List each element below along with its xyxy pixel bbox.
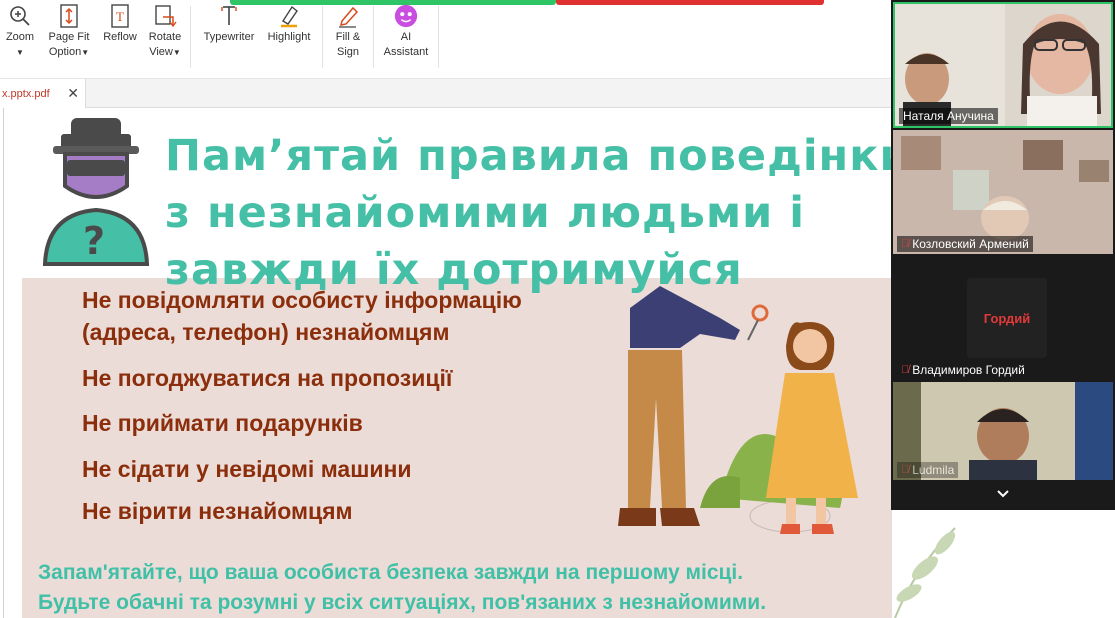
- slide-title-line: з незнайомими людьми і: [165, 188, 805, 238]
- rule-line: Не погоджуватися на пропозиції: [82, 365, 453, 391]
- fill-sign-button[interactable]: Fill & Sign: [328, 2, 368, 60]
- ai-label-2: Assistant: [383, 46, 429, 58]
- highlight-label: Highlight: [267, 31, 311, 43]
- zoom-label: Zoom: [5, 31, 35, 43]
- rule-line: Не сідати у невідомі машини: [82, 456, 412, 482]
- stranger-child-illustration: [618, 286, 858, 534]
- svg-text:T: T: [116, 9, 124, 24]
- page-edge: [0, 108, 4, 618]
- page-fit-option-button[interactable]: Page Fit Option▼: [44, 2, 94, 60]
- zoom-icon: [7, 2, 33, 30]
- toolbar-divider: [373, 6, 374, 68]
- chevron-down-icon: [997, 490, 1009, 498]
- reflow-label: Reflow: [103, 31, 137, 43]
- fill-sign-label: Fill &: [335, 31, 361, 43]
- participant-tile[interactable]: 🎙̸ Ludmila: [893, 382, 1113, 480]
- rotate-view-button[interactable]: Rotate View▼: [144, 2, 186, 60]
- footer-line: Запам'ятайте, що ваша особиста безпека з…: [38, 561, 744, 584]
- highlighter-icon: [276, 2, 302, 30]
- participant-tile[interactable]: 🎙̸ Козловский Армений: [893, 130, 1113, 254]
- participant-tile[interactable]: Гордий 🎙̸ Владимиров Гордий: [893, 256, 1113, 380]
- typewriter-button[interactable]: Typewriter: [198, 2, 260, 45]
- document-tab[interactable]: x.pptx.pdf ✕: [0, 79, 86, 109]
- typewriter-icon: [216, 2, 242, 30]
- toolbar-divider: [438, 6, 439, 68]
- rotate-icon: [152, 2, 178, 30]
- rotate-label: Rotate: [148, 31, 182, 43]
- rule-line: Не приймати подарунків: [82, 410, 363, 436]
- participant-name: 🎙̸ Владимиров Гордий: [901, 363, 1025, 377]
- mic-muted-icon: 🎙̸: [901, 464, 910, 476]
- ai-assistant-icon: [393, 2, 419, 30]
- chevron-down-icon: ▼: [172, 48, 181, 57]
- fill-sign-label-2: Sign: [336, 46, 360, 58]
- participant-name: Наталя Анучина: [899, 108, 998, 124]
- video-participants-panel: Наталя Анучина 🎙̸ Козловский Армений Горд…: [891, 0, 1115, 510]
- mic-muted-icon: 🎙̸: [901, 364, 910, 376]
- page-fit-label-2: Option▼: [48, 46, 90, 58]
- participant-tile-active[interactable]: Наталя Анучина: [893, 2, 1113, 128]
- close-icon[interactable]: ✕: [67, 86, 79, 100]
- rule-line: Не повідомляти особисту інформацію: [82, 287, 522, 313]
- page-fit-label: Page Fit: [48, 31, 90, 43]
- participant-name: 🎙̸ Козловский Армений: [897, 236, 1033, 252]
- collapse-panel-button[interactable]: [991, 484, 1015, 504]
- highlight-button[interactable]: Highlight: [262, 2, 316, 45]
- page-fit-icon: [56, 2, 82, 30]
- mic-muted-icon: 🎙̸: [901, 238, 910, 250]
- toolbar-divider: [190, 6, 191, 68]
- app-window: Zoom ▼ Page Fit Option▼ T Reflow Rotate …: [0, 0, 1115, 618]
- participant-name: 🎙̸ Ludmila: [897, 462, 959, 478]
- pen-sign-icon: [335, 2, 361, 30]
- rotate-label-2: View▼: [149, 46, 181, 58]
- slide-title-line: Пам’ятай правила поведінки: [165, 131, 911, 181]
- leaves-decoration: [894, 527, 956, 618]
- ai-assistant-button[interactable]: AI Assistant: [378, 2, 434, 60]
- footer-line: Будьте обачні та розумні у всіх ситуація…: [38, 591, 767, 614]
- rule-line: (адреса, телефон) незнайомцям: [82, 319, 450, 345]
- toolbar-divider: [322, 6, 323, 68]
- ai-label: AI: [400, 31, 412, 43]
- chevron-down-icon: ▼: [16, 48, 24, 57]
- reflow-icon: T: [107, 2, 133, 30]
- stranger-icon: ?: [43, 118, 149, 266]
- slide-page: ? Пам’ятай правила поведінки з незнайоми…: [5, 108, 965, 618]
- reflow-button[interactable]: T Reflow: [100, 2, 140, 45]
- stop-share-bar[interactable]: [556, 0, 824, 5]
- zoom-button[interactable]: Zoom ▼: [4, 2, 36, 60]
- chevron-down-icon: ▼: [81, 48, 90, 57]
- svg-text:?: ?: [83, 219, 105, 263]
- document-tab-label: x.pptx.pdf: [2, 88, 50, 100]
- typewriter-label: Typewriter: [203, 31, 255, 43]
- avatar: Гордий: [967, 278, 1047, 358]
- rule-line: Не вірити незнайомцям: [82, 498, 353, 524]
